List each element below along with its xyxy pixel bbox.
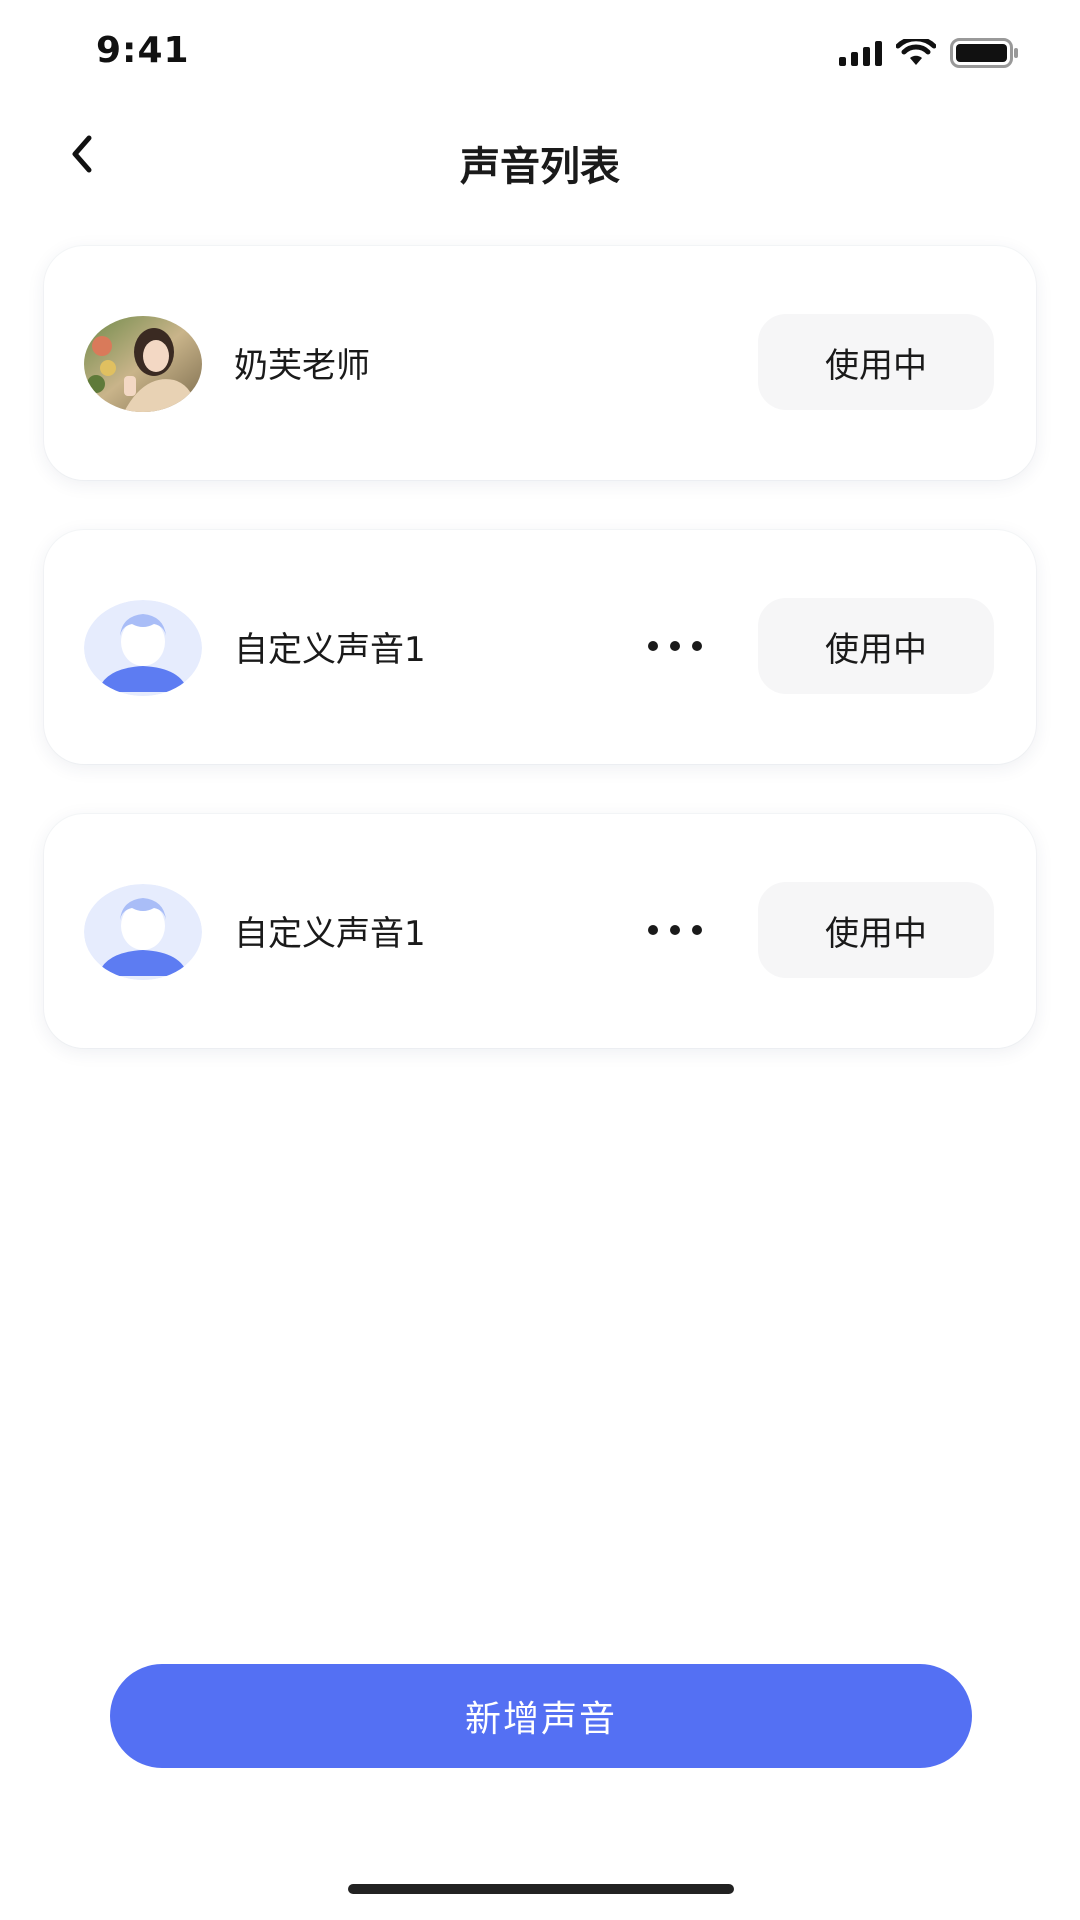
- default-user-avatar: [84, 600, 202, 696]
- add-voice-button[interactable]: 新增声音: [110, 1664, 972, 1768]
- voice-list: 奶芙老师 使用中 自定义声音1 使用中 自定义声音1 使用中: [44, 246, 1036, 1098]
- voice-list-screen: 9:41 声音列表 奶芙老师 使用中 自定义声音1 使用中 自定义声音1 使用中…: [0, 0, 1080, 1920]
- home-indicator: [348, 1884, 734, 1894]
- nav-header: 声音列表: [0, 104, 1080, 208]
- status-icons: [839, 38, 1020, 68]
- battery-icon: [950, 38, 1020, 68]
- in-use-button[interactable]: 使用中: [758, 314, 994, 410]
- status-bar: 9:41: [0, 0, 1080, 104]
- status-time: 9:41: [96, 30, 190, 71]
- in-use-button[interactable]: 使用中: [758, 882, 994, 978]
- in-use-button[interactable]: 使用中: [758, 598, 994, 694]
- voice-card[interactable]: 奶芙老师 使用中: [44, 246, 1036, 480]
- photo-avatar: [84, 316, 202, 412]
- wifi-icon: [896, 39, 936, 67]
- page-title: 声音列表: [460, 144, 620, 190]
- voice-name: 自定义声音1: [234, 914, 426, 954]
- voice-card[interactable]: 自定义声音1 使用中: [44, 530, 1036, 764]
- voice-name: 奶芙老师: [234, 346, 370, 386]
- more-dots-icon[interactable]: [630, 626, 720, 666]
- more-dots-icon[interactable]: [630, 910, 720, 950]
- voice-name: 自定义声音1: [234, 630, 426, 670]
- default-user-avatar: [84, 884, 202, 980]
- signal-icon: [839, 40, 882, 66]
- voice-card[interactable]: 自定义声音1 使用中: [44, 814, 1036, 1048]
